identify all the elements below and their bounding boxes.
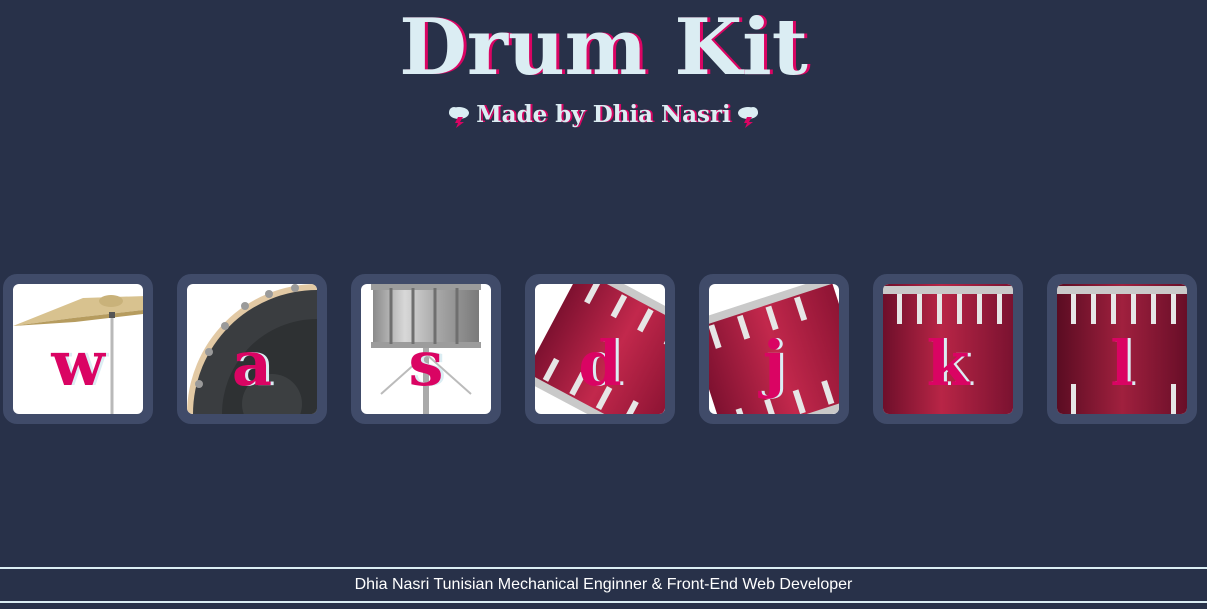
page-footer: Dhia Nasri Tunisian Mechanical Enginner …: [0, 567, 1207, 603]
thunder-cloud-icon: [737, 107, 758, 128]
drum-key-letter: j: [762, 327, 786, 400]
drum-face: d: [535, 284, 665, 414]
drum-button-a[interactable]: a: [177, 274, 327, 424]
drum-key-letter: a: [231, 327, 273, 400]
drum-key-letter: d: [578, 327, 622, 400]
drum-face: l: [1057, 284, 1187, 414]
drum-face: a: [187, 284, 317, 414]
page-subtitle: Made by Dhia Nasri: [0, 98, 1207, 132]
thunder-cloud-icon: [449, 107, 470, 128]
drum-button-j[interactable]: j: [699, 274, 849, 424]
drum-button-d[interactable]: d: [525, 274, 675, 424]
drum-kit: w a s d j k l: [3, 274, 1207, 424]
drum-key-letter: l: [1110, 327, 1134, 400]
drum-face: k: [883, 284, 1013, 414]
drum-key-letter: w: [51, 327, 105, 400]
drum-face: j: [709, 284, 839, 414]
drum-face: w: [13, 284, 143, 414]
drum-button-k[interactable]: k: [873, 274, 1023, 424]
page-title: Drum Kit: [399, 2, 808, 93]
author-credit: Made by Dhia Nasri: [476, 101, 731, 128]
drum-button-s[interactable]: s: [351, 274, 501, 424]
drum-button-l[interactable]: l: [1047, 274, 1197, 424]
drum-key-letter: k: [926, 327, 970, 400]
drum-key-letter: s: [408, 327, 444, 400]
drum-button-w[interactable]: w: [3, 274, 153, 424]
drum-face: s: [361, 284, 491, 414]
